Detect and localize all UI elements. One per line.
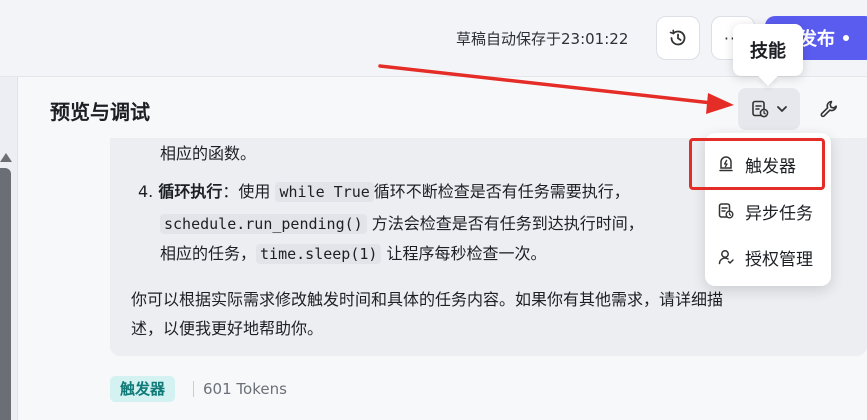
dropdown-item-auth-manage[interactable]: 授权管理 bbox=[705, 236, 831, 278]
skill-tooltip: 技能 bbox=[733, 24, 803, 76]
dropdown-item-label: 异步任务 bbox=[745, 203, 813, 224]
step-text: 相应的任务， bbox=[160, 244, 257, 263]
inline-code: schedule.run_pending() bbox=[160, 214, 367, 234]
step-number: 4. bbox=[138, 182, 154, 201]
message-line: schedule.run_pending() 方法会检查是否有任务到达执行时间， bbox=[160, 213, 644, 235]
divider bbox=[193, 381, 194, 397]
history-button[interactable] bbox=[656, 16, 700, 60]
publish-dot-icon bbox=[843, 35, 849, 41]
scrollbar-thumb[interactable] bbox=[0, 168, 11, 420]
inline-code: while True bbox=[275, 182, 374, 202]
history-icon bbox=[669, 29, 686, 46]
step-text: ：使用 bbox=[222, 182, 271, 201]
message-paragraph: 你可以根据实际需求修改触发时间和具体的任务内容。如果你有其他需求，请详细描 bbox=[131, 290, 724, 309]
inline-code: time.sleep(1) bbox=[256, 244, 382, 264]
message-line: 相应的任务， time.sleep(1) 让程序每秒检查一次。 bbox=[160, 243, 547, 265]
wrench-icon bbox=[820, 100, 837, 118]
message-line: 相应的函数。 bbox=[160, 144, 257, 163]
autosave-status: 草稿自动保存于23:01:22 bbox=[456, 30, 629, 48]
dropdown-item-async-task[interactable]: 异步任务 bbox=[705, 190, 831, 232]
trigger-tag[interactable]: 触发器 bbox=[110, 376, 176, 402]
step-title: 循环执行 bbox=[158, 182, 223, 201]
message-line: 4. 循环执行：使用 while True 循环不断检查是否有任务需要执行， bbox=[138, 181, 630, 203]
chevron-down-icon bbox=[777, 106, 787, 112]
skill-icon bbox=[752, 100, 769, 118]
message-paragraph: 述，以便我更好地帮助你。 bbox=[131, 319, 324, 338]
auth-manage-icon bbox=[718, 250, 734, 265]
token-count: 601 Tokens bbox=[203, 380, 287, 398]
step-text: 方法会检查是否有任务到达执行时间， bbox=[371, 214, 644, 233]
skill-button[interactable] bbox=[738, 88, 800, 130]
annotation-highlight-box bbox=[689, 138, 825, 190]
panel-title: 预览与调试 bbox=[50, 100, 150, 124]
step-text: 循环不断检查是否有任务需要执行， bbox=[373, 182, 630, 201]
async-task-icon bbox=[718, 203, 734, 219]
publish-label: 发布 bbox=[799, 29, 835, 50]
wrench-button[interactable] bbox=[812, 92, 846, 126]
dropdown-item-label: 授权管理 bbox=[745, 249, 813, 270]
step-text: 让程序每秒检查一次。 bbox=[386, 244, 547, 263]
scroll-up-icon[interactable] bbox=[0, 153, 12, 162]
